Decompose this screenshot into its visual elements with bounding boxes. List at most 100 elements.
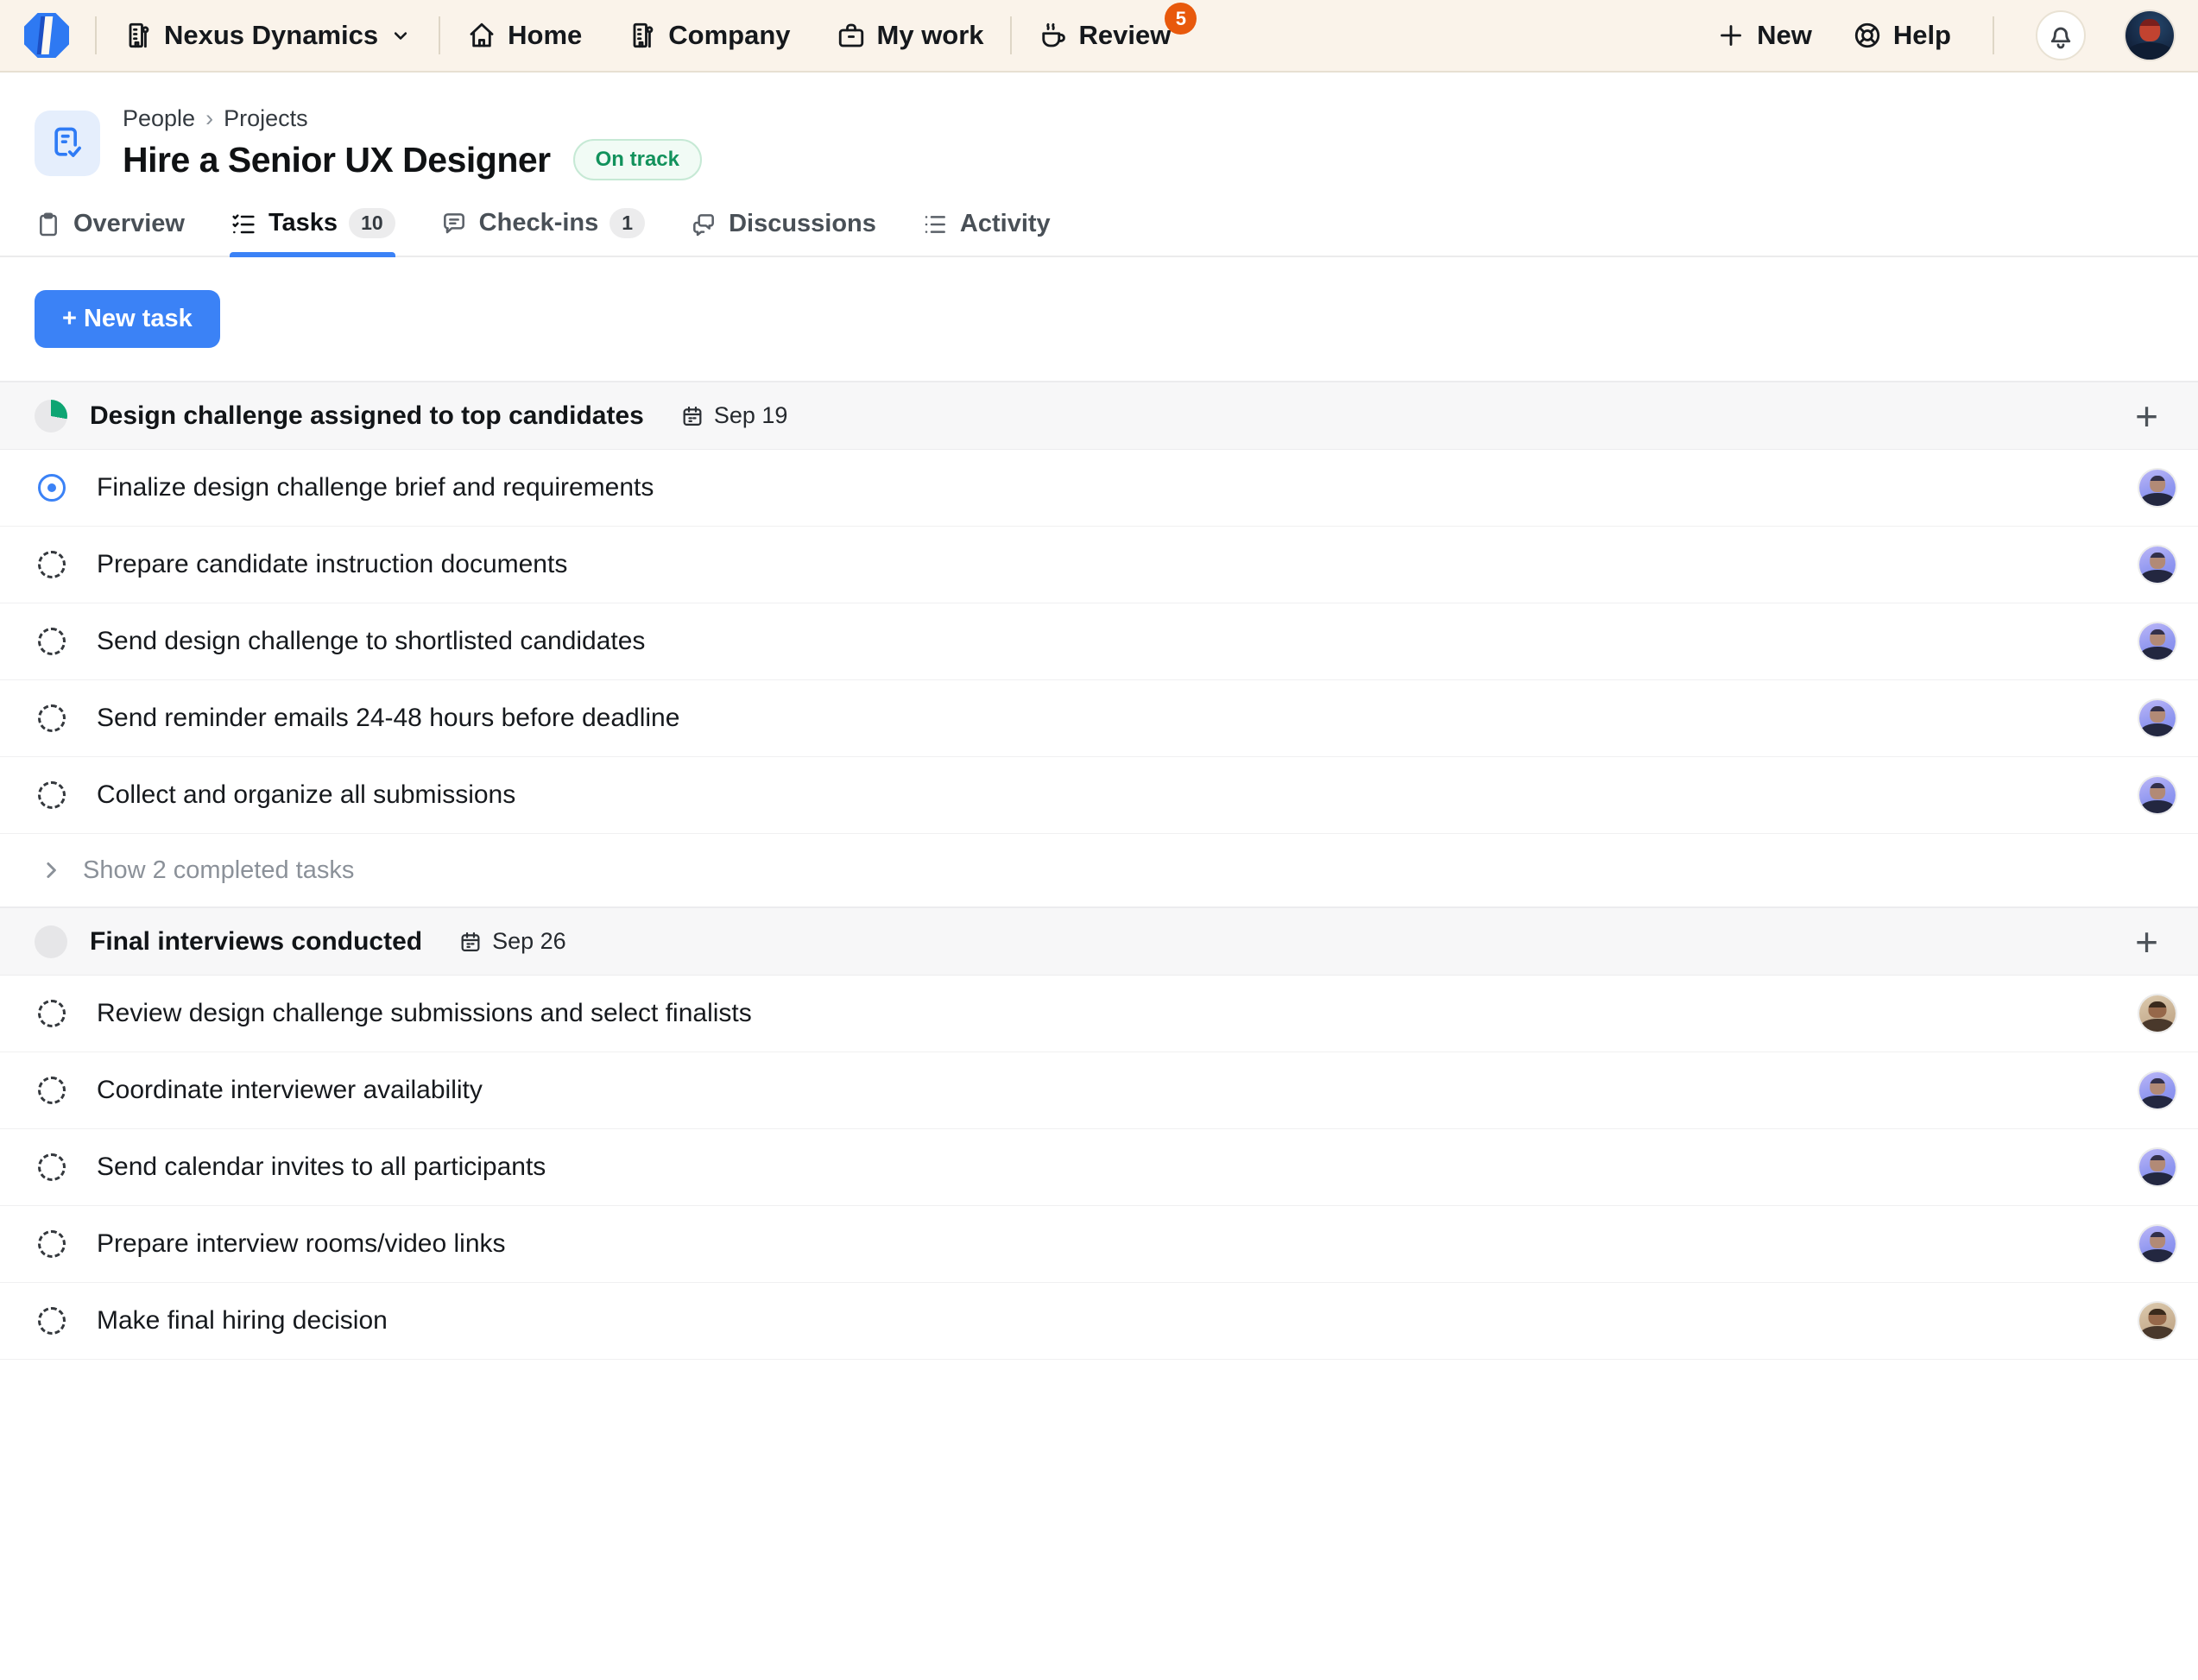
nav-item-review[interactable]: Review 5 [1038,20,1172,51]
activity-list-icon [921,211,949,238]
tasks-toolbar: + New task [0,257,2198,381]
tab-discussions[interactable]: Discussions [690,210,876,256]
task-row[interactable]: Prepare interview rooms/video links [0,1206,2198,1283]
task-status-icon[interactable] [38,1153,66,1181]
calendar-icon [680,404,704,428]
task-row[interactable]: Collect and organize all submissions [0,757,2198,834]
add-task-button[interactable]: + [2130,396,2163,436]
breadcrumb-child[interactable]: Projects [224,105,308,132]
nav-right-group: New Help [1715,10,2174,60]
task-title: Send design challenge to shortlisted can… [97,627,645,656]
review-count-badge: 5 [1165,3,1197,35]
task-title: Prepare candidate instruction documents [97,550,567,579]
task-title: Finalize design challenge brief and requ… [97,473,654,502]
nav-divider [1010,16,1012,54]
workspace-label: Nexus Dynamics [164,20,378,51]
building-icon [627,20,658,51]
milestone-title: Design challenge assigned to top candida… [90,401,644,431]
plus-icon [1715,20,1746,51]
briefcase-icon [836,20,867,51]
chevron-down-icon [388,23,413,47]
task-title: Coordinate interviewer availability [97,1076,483,1105]
task-status-icon[interactable] [38,551,66,578]
page-header: People › Projects Hire a Senior UX Desig… [0,73,2198,186]
document-check-icon [48,124,86,162]
tab-overview[interactable]: Overview [35,210,185,256]
nav-divider [95,16,97,54]
checkins-count-badge: 1 [610,208,645,238]
chevron-right-icon [38,857,64,883]
milestone-header: Final interviews conducted Sep 26 + [0,906,2198,976]
tasks-count-badge: 10 [349,208,395,238]
nav-item-company[interactable]: Company [627,20,790,51]
user-avatar[interactable] [2125,11,2174,60]
assignee-avatar[interactable] [2139,1303,2176,1339]
new-button-label: New [1757,20,1812,51]
assignee-avatar[interactable] [2139,995,2176,1032]
task-status-icon[interactable] [38,1000,66,1027]
tab-label: Activity [960,210,1051,238]
tab-label: Discussions [729,210,876,238]
tab-tasks[interactable]: Tasks 10 [230,208,395,256]
clipboard-icon [35,211,62,238]
tab-bar: Overview Tasks 10 Check-ins 1 Discussion… [0,186,2198,257]
due-date: Sep 26 [458,928,566,955]
assignee-avatar[interactable] [2139,1149,2176,1185]
nav-label-review: Review [1079,20,1172,51]
task-row[interactable]: Make final hiring decision [0,1283,2198,1360]
breadcrumb-parent[interactable]: People [123,105,195,132]
help-button-label: Help [1893,20,1951,51]
task-status-icon[interactable] [38,781,66,809]
new-task-button[interactable]: + New task [35,290,220,348]
milestone-title: Final interviews conducted [90,927,422,957]
task-row[interactable]: Review design challenge submissions and … [0,976,2198,1052]
task-status-icon[interactable] [38,704,66,732]
assignee-avatar[interactable] [2139,623,2176,660]
nav-divider [439,16,440,54]
chat-bubbles-icon [690,211,717,238]
task-title: Send calendar invites to all participant… [97,1153,546,1182]
task-row[interactable]: Send reminder emails 24-48 hours before … [0,680,2198,757]
task-status-icon[interactable] [38,1230,66,1258]
task-row[interactable]: Prepare candidate instruction documents [0,527,2198,603]
notifications-button[interactable] [2036,10,2086,60]
lifebuoy-icon [1852,20,1883,51]
assignee-avatar[interactable] [2139,470,2176,506]
task-row[interactable]: Send design challenge to shortlisted can… [0,603,2198,680]
due-date-label: Sep 26 [492,928,566,955]
task-row[interactable]: Coordinate interviewer availability [0,1052,2198,1129]
assignee-avatar[interactable] [2139,1226,2176,1262]
status-badge: On track [573,139,702,180]
task-status-icon[interactable] [38,474,66,502]
task-row[interactable]: Send calendar invites to all participant… [0,1129,2198,1206]
workspace-switcher[interactable]: Nexus Dynamics [123,20,413,51]
assignee-avatar[interactable] [2139,1072,2176,1108]
home-icon [466,20,497,51]
tab-label: Overview [73,210,185,238]
tab-check-ins[interactable]: Check-ins 1 [440,208,645,256]
task-status-icon[interactable] [38,628,66,655]
assignee-avatar[interactable] [2139,700,2176,736]
assignee-avatar[interactable] [2139,546,2176,583]
nav-label-my-work: My work [877,20,984,51]
nav-item-my-work[interactable]: My work [836,20,984,51]
app-logo[interactable] [24,13,69,58]
page-title: Hire a Senior UX Designer [123,140,551,180]
task-row[interactable]: Finalize design challenge brief and requ… [0,450,2198,527]
due-date: Sep 19 [680,402,788,429]
tab-activity[interactable]: Activity [921,210,1051,256]
task-status-icon[interactable] [38,1077,66,1104]
help-button[interactable]: Help [1852,20,1951,51]
assignee-avatar[interactable] [2139,777,2176,813]
breadcrumb: People › Projects [123,105,702,132]
due-date-label: Sep 19 [714,402,788,429]
bell-icon [2045,20,2076,51]
new-button[interactable]: New [1715,20,1812,51]
nav-links: Home Company My work [466,20,983,51]
add-task-button[interactable]: + [2130,922,2163,962]
nav-item-home[interactable]: Home [466,20,582,51]
show-completed-toggle[interactable]: Show 2 completed tasks [0,834,2198,906]
tab-label: Check-ins [479,209,599,237]
tab-label: Tasks [268,209,338,237]
task-status-icon[interactable] [38,1307,66,1335]
